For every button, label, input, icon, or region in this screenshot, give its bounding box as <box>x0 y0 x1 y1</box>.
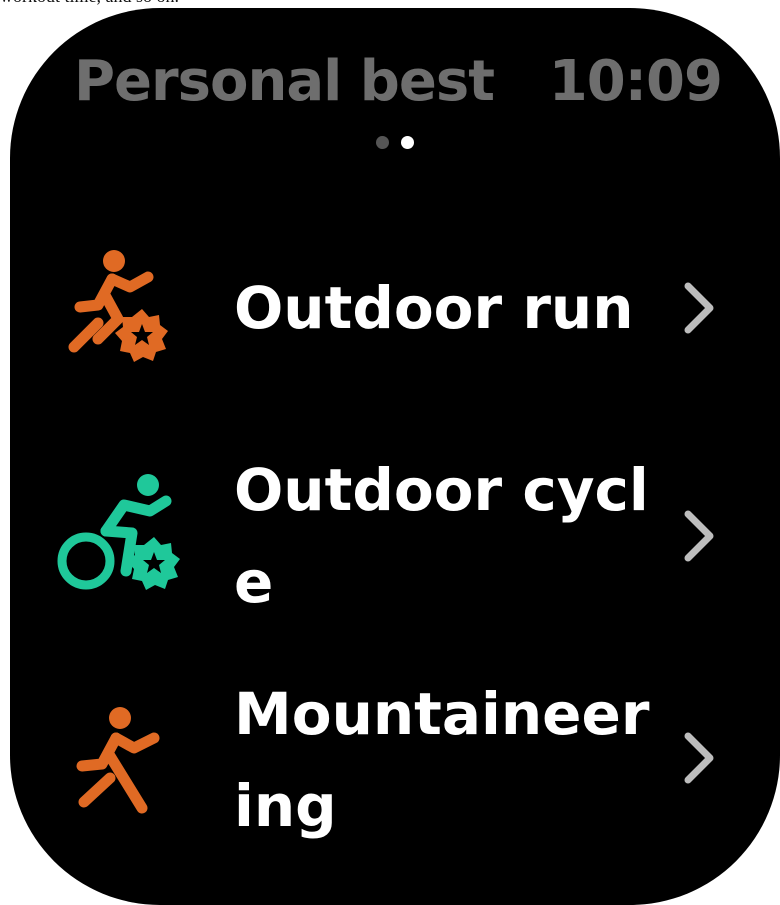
list-item-label: Outdoor run <box>234 274 634 342</box>
chevron-right-icon <box>684 732 714 784</box>
list-item-label: Outdoor cycle <box>234 456 649 616</box>
page-title: Personal best <box>74 48 495 114</box>
list-item-outdoor-run[interactable]: Outdoor run <box>10 248 780 368</box>
status-bar: Personal best 10:09 <box>74 46 723 116</box>
list-item-mountaineering[interactable]: Mountaineering <box>10 668 780 852</box>
chevron-right-icon <box>684 282 714 334</box>
chevron-right-icon <box>684 510 714 562</box>
list-item-outdoor-cycle[interactable]: Outdoor cycle <box>10 456 780 616</box>
watch-screen: Personal best 10:09 Outdoor run Outdoor … <box>10 8 780 905</box>
running-person-icon <box>76 707 160 814</box>
clock-time: 10:09 <box>548 48 723 114</box>
document-caption-fragment: workout time, and so on. <box>0 0 780 8</box>
list-item-label: Mountaineering <box>234 680 650 840</box>
page-dot-2-active <box>401 136 414 149</box>
running-person-badge-icon <box>68 250 168 362</box>
cycling-person-badge-icon <box>57 474 180 590</box>
page-indicator <box>10 136 780 149</box>
page-dot-1 <box>376 136 389 149</box>
